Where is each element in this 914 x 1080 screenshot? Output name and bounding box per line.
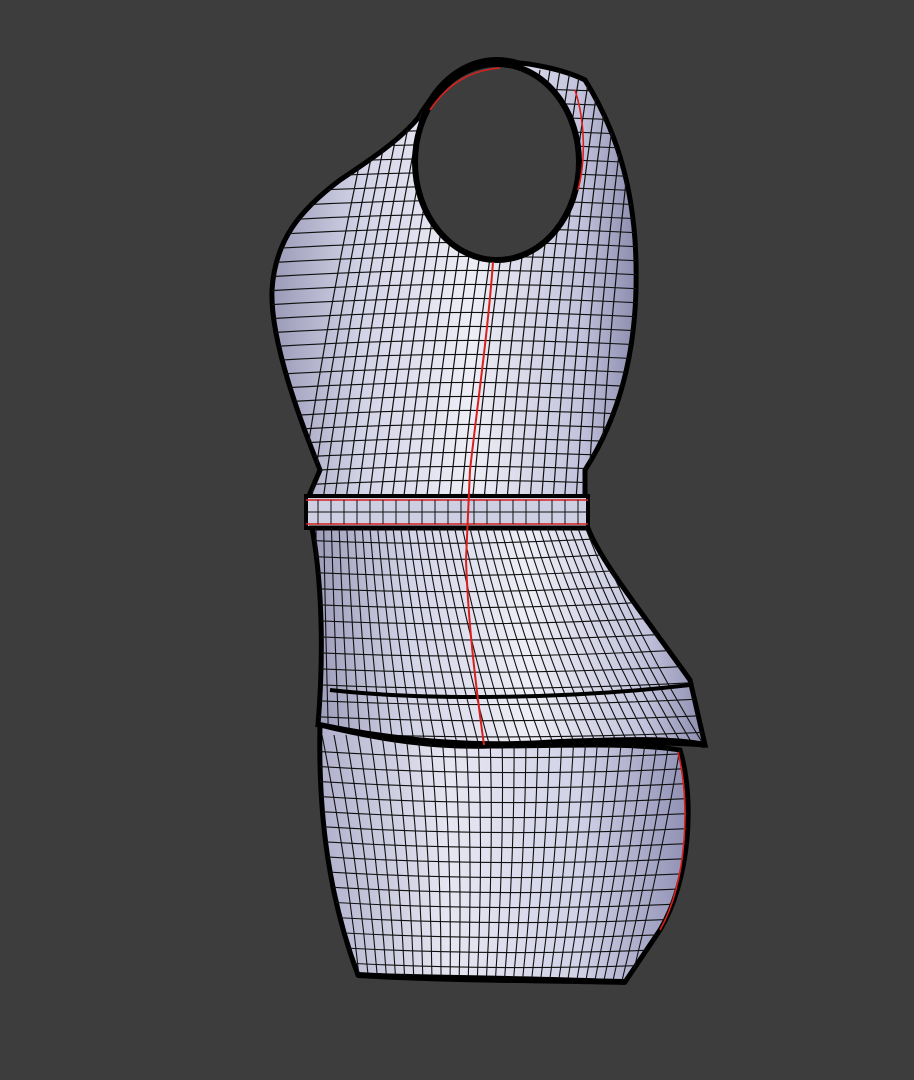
peplum-mesh — [308, 525, 709, 748]
dress-mesh-canvas[interactable] — [0, 0, 914, 1080]
3d-viewport[interactable] — [0, 0, 914, 1080]
skirt-mesh — [317, 721, 691, 985]
bodice-mesh — [269, 59, 639, 501]
belt-mesh — [304, 494, 590, 530]
